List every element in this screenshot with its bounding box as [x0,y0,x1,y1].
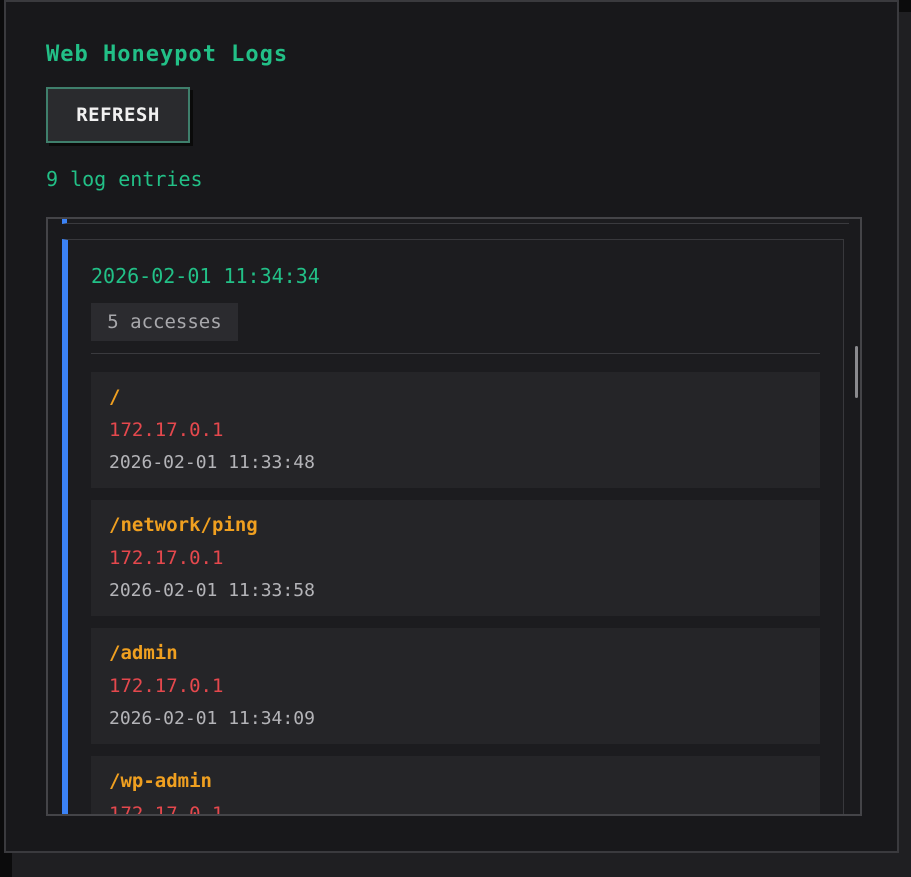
honeypot-window: Web Honeypot Logs REFRESH 9 log entries … [4,0,899,853]
access-count-badge: 5 accesses [91,303,238,341]
previous-log-entry [62,219,849,224]
refresh-button[interactable]: REFRESH [46,87,190,143]
access-ip: 172.17.0.1 [109,675,224,697]
access-time: 2026-02-01 11:33:58 [109,580,315,601]
access-ip: 172.17.0.1 [109,419,224,441]
page-title: Web Honeypot Logs [46,42,289,67]
access-ip: 172.17.0.1 [109,547,224,569]
log-entry: 2026-02-01 11:34:34 5 accesses / 172.17.… [62,239,844,816]
access-path: / [109,386,121,408]
access-path: /network/ping [109,514,258,536]
access-path: /admin [109,642,178,664]
access-item: /admin 172.17.0.1 2026-02-01 11:34:09 [91,628,820,744]
access-item: /network/ping 172.17.0.1 2026-02-01 11:3… [91,500,820,616]
access-item: / 172.17.0.1 2026-02-01 11:33:48 [91,372,820,488]
log-entry-timestamp: 2026-02-01 11:34:34 [91,264,320,288]
log-list-panel[interactable]: 2026-02-01 11:34:34 5 accesses / 172.17.… [46,217,862,816]
divider [91,353,820,354]
access-time: 2026-02-01 11:33:48 [109,452,315,473]
access-item: /wp-admin 172.17.0.1 [91,756,820,816]
access-time: 2026-02-01 11:34:09 [109,708,315,729]
access-path: /wp-admin [109,770,212,792]
scrollbar-thumb[interactable] [855,346,858,398]
log-entry-count: 9 log entries [46,167,203,191]
access-ip: 172.17.0.1 [109,803,224,816]
